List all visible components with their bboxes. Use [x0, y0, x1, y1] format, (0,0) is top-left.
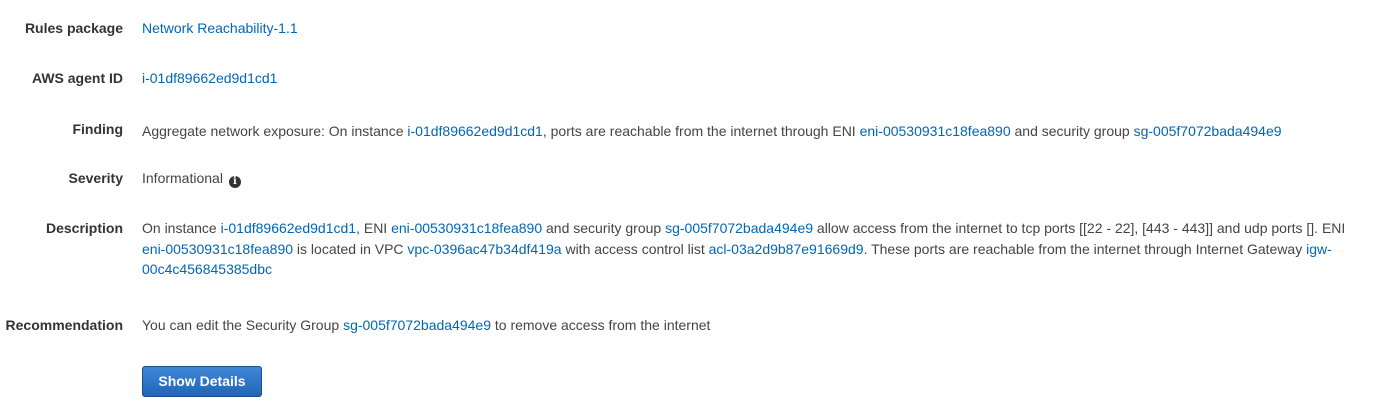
finding-sg-link[interactable]: sg-005f7072bada494e9	[1134, 123, 1282, 139]
description-eni-link-2[interactable]: eni-00530931c18fea890	[142, 241, 293, 257]
severity-label: Severity	[68, 170, 123, 186]
description-text: is located in VPC	[293, 240, 408, 257]
recommendation-value: You can edit the Security Group sg-005f7…	[142, 315, 1372, 336]
finding-text: and security group	[1010, 123, 1134, 139]
finding-value: Aggregate network exposure: On instance …	[142, 121, 1372, 142]
finding-details-panel: Rules package Network Reachability-1.1 A…	[0, 0, 1379, 403]
description-text: . These ports are reachable from the int…	[863, 240, 1307, 257]
rules-package-value: Network Reachability-1.1	[142, 18, 1372, 39]
recommendation-sg-link[interactable]: sg-005f7072bada494e9	[343, 317, 491, 333]
description-text: On instance	[142, 220, 221, 236]
agent-id-value: i-01df89662ed9d1cd1	[142, 68, 1372, 89]
description-sg-link[interactable]: sg-005f7072bada494e9	[665, 220, 813, 236]
rules-package-link[interactable]: Network Reachability-1.1	[142, 20, 298, 36]
recommendation-text: You can edit the Security Group	[142, 317, 344, 333]
finding-eni-link[interactable]: eni-00530931c18fea890	[860, 123, 1011, 139]
agent-id-label: AWS agent ID	[31, 70, 123, 86]
description-instance-link[interactable]: i-01df89662ed9d1cd1	[221, 220, 356, 236]
recommendation-text: to remove access from the internet	[490, 317, 711, 333]
description-acl-link[interactable]: acl-03a2d9b87e91669d9	[709, 241, 864, 257]
rules-package-label: Rules package	[24, 20, 123, 36]
description-vpc-link[interactable]: vpc-0396ac47b34df419a	[407, 241, 561, 257]
description-text: , ENI	[356, 220, 392, 236]
agent-id-link[interactable]: i-01df89662ed9d1cd1	[142, 70, 277, 86]
severity-value: Informational i	[142, 168, 1372, 189]
description-eni-link[interactable]: eni-00530931c18fea890	[391, 220, 542, 236]
finding-label: Finding	[72, 121, 123, 137]
finding-text: , ports are reachable from the internet …	[542, 123, 860, 139]
description-text: with access control list	[561, 240, 709, 257]
severity-text: Informational	[142, 170, 223, 186]
description-text: and security group	[542, 220, 666, 236]
info-circle-icon[interactable]: i	[228, 176, 241, 188]
description-value: On instance i-01df89662ed9d1cd1, ENI eni…	[142, 218, 1372, 280]
description-text: allow access from the internet to tcp po…	[813, 220, 1346, 236]
description-label: Description	[45, 220, 123, 236]
finding-instance-link[interactable]: i-01df89662ed9d1cd1	[407, 123, 542, 139]
finding-text: Aggregate network exposure: On instance	[142, 123, 408, 139]
recommendation-label: Recommendation	[5, 317, 123, 333]
show-details-button[interactable]: Show Details	[142, 366, 262, 397]
